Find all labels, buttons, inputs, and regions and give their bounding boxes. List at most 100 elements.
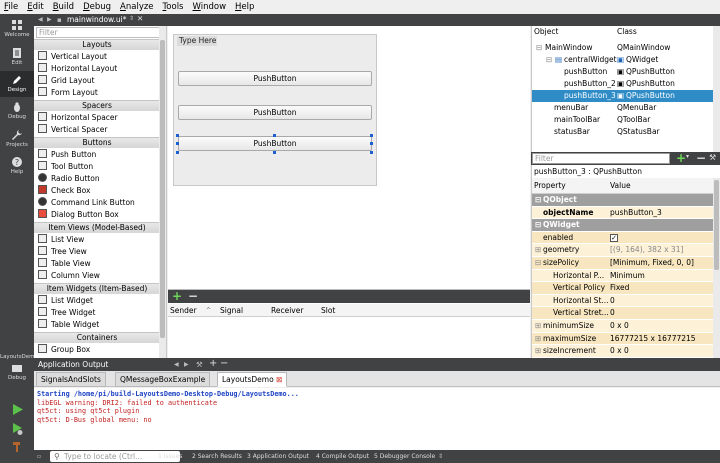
property-value[interactable]: pushButton_3: [610, 207, 662, 219]
column-object[interactable]: Object: [534, 26, 558, 38]
mode-debug[interactable]: Debug: [0, 98, 34, 124]
scrollbar-thumb[interactable]: [160, 40, 165, 338]
remove-connection-icon[interactable]: −: [188, 290, 198, 303]
selection-handle[interactable]: [273, 151, 276, 154]
property-value[interactable]: Fixed: [610, 282, 629, 294]
property-row[interactable]: ⊞ maximumSize 16777215 x 16777215: [532, 332, 714, 346]
status-search-results[interactable]: 2 Search Results: [192, 450, 242, 463]
property-value[interactable]: Minimum: [610, 270, 645, 282]
object-row[interactable]: pushButton_2 ▣ QPushButton: [532, 78, 714, 90]
remove-property-icon[interactable]: −: [696, 152, 706, 165]
mode-welcome[interactable]: Welcome: [0, 16, 34, 42]
selection-handle[interactable]: [176, 151, 179, 154]
column-receiver[interactable]: Receiver: [271, 304, 303, 317]
zoom-in-icon[interactable]: +: [209, 358, 217, 370]
property-filter-input[interactable]: Filter: [532, 153, 670, 164]
form-push-button-3[interactable]: PushButton: [178, 136, 372, 151]
mode-projects[interactable]: Projects: [0, 126, 34, 152]
configure-icon[interactable]: ⚒: [709, 153, 716, 162]
output-tab-qmessageboxexample[interactable]: QMessageBoxExample: [115, 372, 211, 387]
clear-icon[interactable]: ⚒: [196, 358, 203, 371]
widget-column-view[interactable]: Column View: [38, 270, 100, 282]
widget-horizontal-spacer[interactable]: Horizontal Spacer: [38, 112, 118, 124]
object-row[interactable]: pushButton ▣ QPushButton: [532, 66, 714, 78]
output-tab-signalsandslots[interactable]: SignalsAndSlots: [36, 372, 106, 387]
widget-form-layout[interactable]: Form Layout: [38, 87, 98, 99]
column-sender[interactable]: Sender: [170, 304, 197, 317]
kit-selector[interactable]: LayoutsDemo Debug: [0, 354, 38, 381]
menu-analyze[interactable]: Analyze: [120, 2, 154, 12]
application-output[interactable]: Starting /home/pi/build-LayoutsDemo-Desk…: [34, 388, 720, 450]
editor-tab-file[interactable]: mainwindow.ui*: [67, 15, 126, 24]
tab-close-icon[interactable]: ⊠: [276, 375, 282, 384]
collapse-icon[interactable]: ⊟: [546, 54, 552, 66]
category-buttons[interactable]: Buttons: [34, 137, 160, 148]
debug-run-icon[interactable]: [12, 423, 23, 435]
category-item-widgets[interactable]: Item Widgets (Item-Based): [34, 283, 160, 294]
widget-box-scrollbar[interactable]: [159, 26, 166, 358]
zoom-out-icon[interactable]: −: [220, 358, 228, 370]
property-row[interactable]: Horizontal P... Minimum: [532, 269, 714, 283]
selection-handle[interactable]: [370, 142, 373, 145]
widget-grid-layout[interactable]: Grid Layout: [38, 75, 95, 87]
collapse-icon[interactable]: ⊟: [535, 194, 541, 206]
menu-edit[interactable]: Edit: [27, 2, 43, 12]
property-value[interactable]: 0 x 0: [610, 320, 629, 332]
expand-icon[interactable]: ⊞: [535, 345, 541, 357]
widget-filter-input[interactable]: Filter: [36, 27, 164, 38]
menu-build[interactable]: Build: [53, 2, 74, 12]
widget-tool-button[interactable]: Tool Button: [38, 161, 93, 173]
widget-dialog-button-box[interactable]: Dialog Button Box: [38, 209, 119, 221]
property-row[interactable]: Vertical Stret... 0: [532, 307, 714, 320]
property-row[interactable]: ⊞ sizeIncrement 0 x 0: [532, 345, 714, 358]
property-row[interactable]: ⊟ sizePolicy [Minimum, Fixed, 0, 0]: [532, 257, 714, 270]
form-window[interactable]: Type Here PushButton PushButton PushButt…: [173, 34, 377, 186]
object-row-selected[interactable]: pushButton_3 ▣ QPushButton: [532, 90, 714, 102]
status-application-output[interactable]: 3 Application Output: [247, 450, 309, 463]
property-row[interactable]: ⊞ geometry [(9, 164), 382 x 31]: [532, 244, 714, 257]
category-item-views[interactable]: Item Views (Model-Based): [34, 222, 160, 233]
property-row[interactable]: enabled ✓: [532, 231, 714, 245]
object-row[interactable]: ⊟ ▤ centralWidget ▣ QWidget: [532, 54, 714, 66]
object-row[interactable]: mainToolBar QToolBar: [532, 114, 714, 126]
nav-back-icon[interactable]: ◀: [38, 16, 43, 23]
property-row[interactable]: ⊞ minimumSize 0 x 0: [532, 320, 714, 333]
run-icon[interactable]: [12, 404, 23, 415]
selection-handle[interactable]: [176, 142, 179, 145]
collapse-icon[interactable]: ⊟: [536, 42, 542, 54]
add-connection-icon[interactable]: +: [172, 290, 182, 303]
scrollbar-thumb[interactable]: [714, 180, 719, 270]
property-value[interactable]: [Minimum, Fixed, 0, 0]: [610, 257, 694, 269]
category-layouts[interactable]: Layouts: [34, 39, 160, 50]
menu-tools[interactable]: Tools: [163, 2, 184, 12]
widget-check-box[interactable]: Check Box: [38, 185, 90, 197]
form-push-button-1[interactable]: PushButton: [178, 71, 372, 86]
menu-window[interactable]: Window: [193, 2, 227, 12]
widget-list-view[interactable]: List View: [38, 234, 84, 246]
hammer-icon[interactable]: [12, 441, 23, 452]
dropdown-icon[interactable]: ⇕: [129, 15, 134, 22]
status-debugger-console[interactable]: 5 Debugger Console: [374, 450, 435, 463]
column-slot[interactable]: Slot: [321, 304, 335, 317]
widget-horizontal-layout[interactable]: Horizontal Layout: [38, 63, 117, 75]
object-row[interactable]: ⊟ MainWindow QMainWindow: [532, 42, 714, 54]
widget-vertical-layout[interactable]: Vertical Layout: [38, 51, 107, 63]
form-canvas[interactable]: Type Here PushButton PushButton PushButt…: [168, 26, 530, 289]
object-inspector-scrollbar[interactable]: [713, 26, 720, 152]
property-value[interactable]: 0 x 0: [610, 345, 629, 357]
mode-help[interactable]: ? Help: [0, 153, 34, 179]
widget-list-widget[interactable]: List Widget: [38, 295, 93, 307]
expand-icon[interactable]: ⊞: [535, 320, 541, 332]
selection-handle[interactable]: [370, 134, 373, 137]
widget-tree-view[interactable]: Tree View: [38, 246, 87, 258]
dropdown-icon[interactable]: ▾: [686, 153, 689, 160]
collapse-icon[interactable]: ⊟: [535, 219, 541, 231]
category-spacers[interactable]: Spacers: [34, 100, 160, 111]
status-compile-output[interactable]: 4 Compile Output: [316, 450, 369, 463]
property-group-qobject[interactable]: ⊟ QObject: [532, 194, 714, 207]
column-value[interactable]: Value: [610, 178, 631, 194]
column-property[interactable]: Property: [534, 178, 566, 194]
sidebar-toggle-icon[interactable]: ▫: [37, 450, 41, 463]
widget-table-widget[interactable]: Table Widget: [38, 319, 99, 331]
menu-type-here[interactable]: Type Here: [177, 36, 217, 46]
